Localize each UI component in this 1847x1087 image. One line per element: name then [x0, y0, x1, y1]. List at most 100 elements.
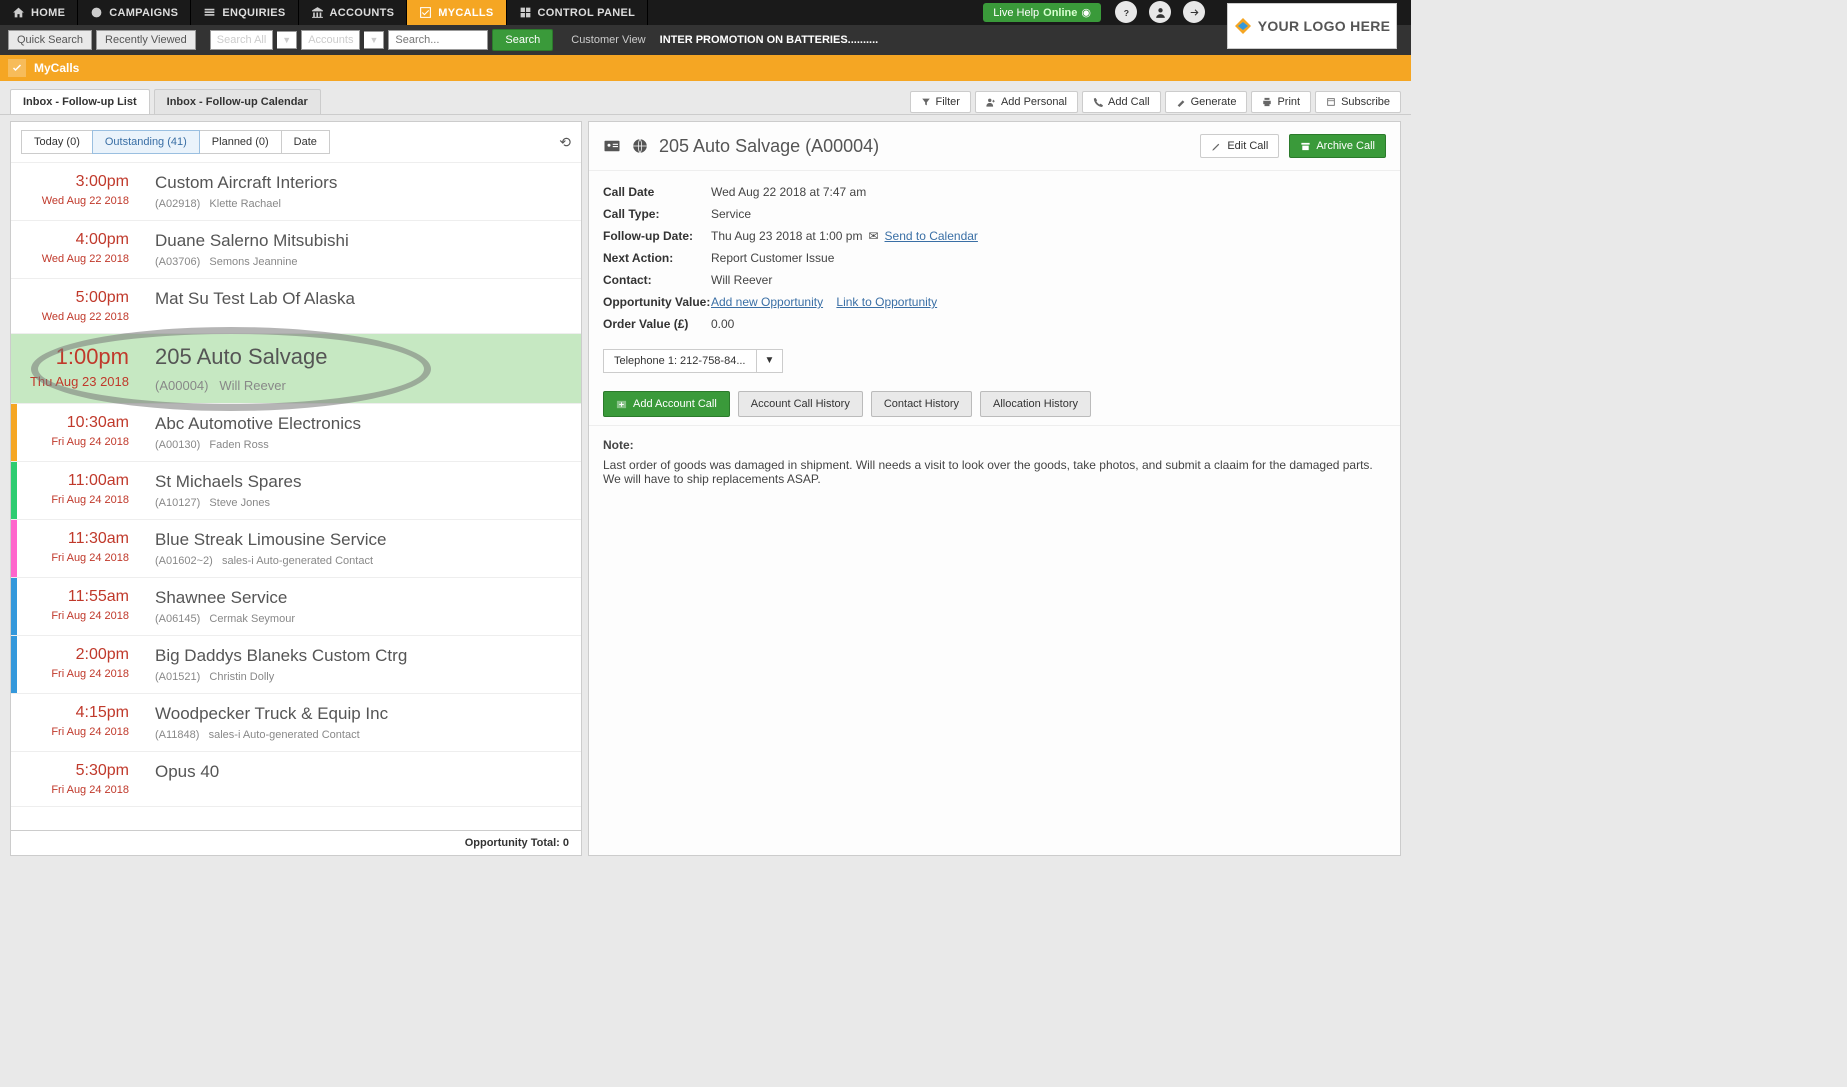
help-button[interactable]: ?: [1115, 1, 1137, 23]
call-sub: (A11848) sales-i Auto-generated Contact: [155, 729, 388, 741]
user-button[interactable]: [1149, 1, 1171, 23]
plus-icon: [616, 399, 627, 410]
call-item[interactable]: 5:30pmFri Aug 24 2018Opus 40: [11, 752, 581, 807]
filter-button[interactable]: Filter: [910, 91, 971, 113]
search-entity-select[interactable]: Accounts: [301, 30, 360, 50]
logo-placeholder: YOUR LOGO HERE: [1227, 3, 1397, 49]
call-account-name: Woodpecker Truck & Equip Inc: [155, 704, 388, 724]
live-help-button[interactable]: Live Help Online ◉: [983, 3, 1101, 22]
help-dot-icon: ◉: [1081, 6, 1091, 19]
tab-followup-list[interactable]: Inbox - Follow-up List: [10, 89, 150, 114]
customer-view-link[interactable]: Customer View: [571, 34, 645, 46]
phone-select[interactable]: Telephone 1: 212-758-84... ▼: [603, 349, 1386, 373]
filter-outstanding[interactable]: Outstanding (41): [92, 130, 200, 154]
call-account-name: Shawnee Service: [155, 588, 295, 608]
call-item[interactable]: 5:00pmWed Aug 22 2018Mat Su Test Lab Of …: [11, 279, 581, 334]
call-date: Fri Aug 24 2018: [27, 784, 129, 796]
call-item[interactable]: 11:00amFri Aug 24 2018St Michaels Spares…: [11, 462, 581, 520]
logout-button[interactable]: [1183, 1, 1205, 23]
chevron-down-icon[interactable]: ▼: [364, 31, 384, 49]
call-item[interactable]: 1:00pmThu Aug 23 2018205 Auto Salvage(A0…: [11, 334, 581, 404]
add-personal-button[interactable]: Add Personal: [975, 91, 1078, 113]
call-account-name: Mat Su Test Lab Of Alaska: [155, 289, 355, 309]
contact-card-icon: [603, 137, 621, 155]
call-time: 11:55am: [27, 588, 129, 606]
call-time: 11:30am: [27, 530, 129, 548]
add-account-call-button[interactable]: Add Account Call: [603, 391, 730, 417]
nav-enquiries[interactable]: ENQUIRIES: [191, 0, 298, 25]
search-input[interactable]: [388, 30, 488, 50]
nav-accounts[interactable]: ACCOUNTS: [299, 0, 408, 25]
call-time: 4:15pm: [27, 704, 129, 722]
opportunity-total: Opportunity Total: 0: [11, 830, 581, 855]
edit-call-button[interactable]: Edit Call: [1200, 134, 1279, 158]
call-time: 1:00pm: [27, 344, 129, 370]
call-sub: (A10127) Steve Jones: [155, 497, 301, 509]
call-date: Thu Aug 23 2018: [27, 374, 129, 389]
link-opportunity-link[interactable]: Link to Opportunity: [836, 295, 937, 309]
wand-icon: [1176, 97, 1186, 107]
add-opportunity-link[interactable]: Add new Opportunity: [711, 295, 823, 309]
call-item[interactable]: 11:30amFri Aug 24 2018Blue Streak Limous…: [11, 520, 581, 578]
value-order-value: 0.00: [711, 317, 734, 331]
print-button[interactable]: Print: [1251, 91, 1311, 113]
send-to-calendar-link[interactable]: Send to Calendar: [885, 229, 978, 243]
recently-viewed-button[interactable]: Recently Viewed: [96, 30, 196, 50]
nav-campaigns[interactable]: CAMPAIGNS: [78, 0, 191, 25]
tab-followup-calendar[interactable]: Inbox - Follow-up Calendar: [154, 89, 321, 114]
svg-text:?: ?: [1123, 7, 1128, 17]
home-icon: [12, 6, 25, 19]
call-time: 2:00pm: [27, 646, 129, 664]
question-icon: ?: [1120, 6, 1133, 19]
generate-button[interactable]: Generate: [1165, 91, 1248, 113]
call-time: 4:00pm: [27, 231, 129, 249]
user-icon: [1154, 6, 1167, 19]
nav-control-panel[interactable]: CONTROL PANEL: [507, 0, 649, 25]
detail-panel: 205 Auto Salvage (A00004) Edit Call Arch…: [588, 121, 1401, 856]
filter-date[interactable]: Date: [281, 130, 330, 154]
search-scope-select[interactable]: Search All: [210, 30, 274, 50]
allocation-history-button[interactable]: Allocation History: [980, 391, 1091, 417]
call-item[interactable]: 2:00pmFri Aug 24 2018Big Daddys Blaneks …: [11, 636, 581, 694]
call-account-name: Duane Salerno Mitsubishi: [155, 231, 349, 251]
person-plus-icon: [986, 97, 996, 107]
call-item[interactable]: 4:15pm Fri Aug 24 2018 Woodpecker Truck & …: [11, 694, 581, 752]
grid-icon: [519, 6, 532, 19]
logo-icon: [1234, 17, 1252, 35]
filter-today[interactable]: Today (0): [21, 130, 93, 154]
nav-home[interactable]: HOME: [0, 0, 78, 25]
call-date: Fri Aug 24 2018: [27, 552, 129, 564]
nav-mycalls[interactable]: MYCALLS: [407, 0, 506, 25]
call-list-panel: Today (0) Outstanding (41) Planned (0) D…: [10, 121, 582, 856]
chevron-down-icon[interactable]: ▼: [277, 31, 297, 49]
envelope-icon: ✉: [868, 229, 878, 243]
call-sub: (A06145) Cermak Seymour: [155, 613, 295, 625]
call-item[interactable]: 10:30amFri Aug 24 2018Abc Automotive Ele…: [11, 404, 581, 462]
call-account-name: 205 Auto Salvage: [155, 344, 327, 370]
search-button[interactable]: Search: [492, 29, 553, 51]
arrow-right-icon: [1188, 6, 1201, 19]
account-call-history-button[interactable]: Account Call History: [738, 391, 863, 417]
chevron-down-icon[interactable]: ▼: [757, 349, 784, 373]
filter-planned[interactable]: Planned (0): [199, 130, 282, 154]
contact-history-button[interactable]: Contact History: [871, 391, 972, 417]
call-item[interactable]: 3:00pmWed Aug 22 2018Custom Aircraft Int…: [11, 163, 581, 221]
call-item[interactable]: 11:55amFri Aug 24 2018Shawnee Service(A0…: [11, 578, 581, 636]
call-account-name: Big Daddys Blaneks Custom Ctrg: [155, 646, 407, 666]
label-opportunity-value: Opportunity Value:: [603, 295, 711, 309]
subscribe-button[interactable]: Subscribe: [1315, 91, 1401, 113]
call-date: Fri Aug 24 2018: [27, 726, 129, 738]
add-call-button[interactable]: Add Call: [1082, 91, 1161, 113]
color-stripe: [11, 520, 17, 577]
call-item[interactable]: 4:00pmWed Aug 22 2018Duane Salerno Mitsu…: [11, 221, 581, 279]
refresh-button[interactable]: ⟲: [559, 134, 571, 151]
note-body: Last order of goods was damaged in shipm…: [603, 458, 1386, 486]
phone-value: Telephone 1: 212-758-84...: [603, 349, 757, 373]
call-time: 3:00pm: [27, 173, 129, 191]
value-next-action: Report Customer Issue: [711, 251, 834, 265]
pencil-icon: [1211, 141, 1222, 152]
label-order-value: Order Value (£): [603, 317, 711, 331]
call-list[interactable]: 3:00pmWed Aug 22 2018Custom Aircraft Int…: [11, 162, 581, 830]
quick-search-button[interactable]: Quick Search: [8, 30, 92, 50]
archive-call-button[interactable]: Archive Call: [1289, 134, 1386, 158]
